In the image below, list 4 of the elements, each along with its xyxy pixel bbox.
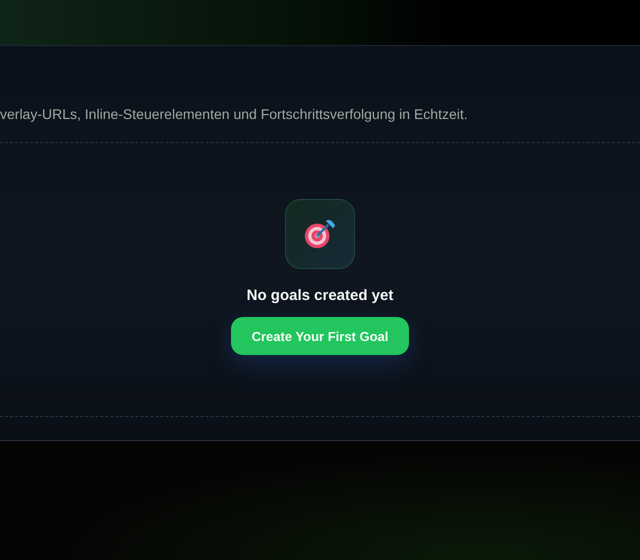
description-text: verlay-URLs, Inline-Steuerelementen und Fortschrittsverfolgung in Echtzeit. <box>0 106 468 122</box>
create-goal-button[interactable]: Create Your First Goal <box>231 317 409 355</box>
target-icon <box>303 217 337 251</box>
empty-state-title: No goals created yet <box>246 287 394 304</box>
